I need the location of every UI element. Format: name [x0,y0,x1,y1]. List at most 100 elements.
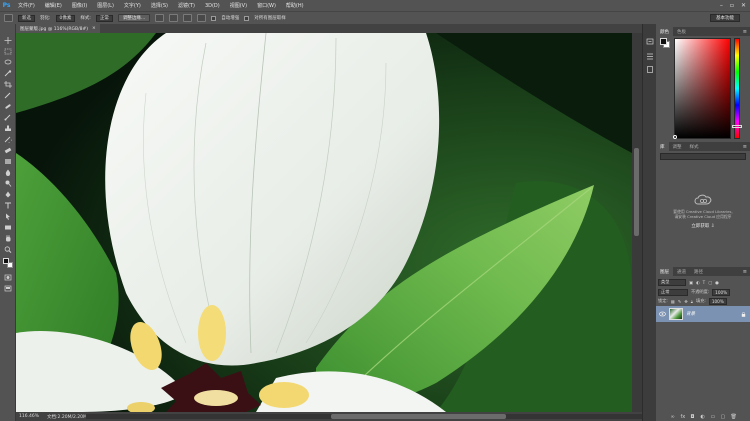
marquee-tool-preset-icon[interactable] [4,14,13,22]
menu-layer[interactable]: 图层(L) [92,2,119,9]
brush-tool-icon[interactable] [4,114,12,121]
history-brush-tool-icon[interactable] [4,136,14,145]
maximize-button[interactable]: ▫ [730,2,734,9]
rectangular-marquee-tool-icon[interactable] [4,48,12,55]
layer-name[interactable]: 背景 [686,311,695,317]
filter-toggle-icon[interactable]: ● [715,280,719,285]
properties-panel-icon[interactable] [646,53,654,60]
tab-channels[interactable]: 通道 [673,267,690,276]
opacity-input[interactable]: 100% [712,288,731,296]
menu-3d[interactable]: 3D(D) [200,3,225,9]
horizontal-scrollbar[interactable] [86,414,642,419]
lock-position-icon[interactable]: ✥ [684,299,688,304]
new-selection-icon[interactable] [155,14,165,22]
menu-edit[interactable]: 编辑(E) [40,2,67,9]
link-layers-icon[interactable]: ∞ [671,414,676,420]
lock-transparent-icon[interactable]: ▦ [671,299,675,304]
eraser-tool-icon[interactable] [4,147,12,154]
tab-color[interactable]: 颜色 [656,27,673,36]
delete-layer-icon[interactable]: 🗑︎ [731,414,737,420]
screen-mode-icon[interactable] [4,285,12,292]
dodge-tool-icon[interactable] [4,180,12,187]
lock-all-icon[interactable]: 🔒︎ [691,299,693,304]
quick-mask-icon[interactable] [4,274,12,281]
document-size-info[interactable]: 文档:2.20M/2.20M [47,414,87,420]
lasso-tool-icon[interactable] [4,59,12,66]
history-panel-icon[interactable] [646,38,654,45]
zoom-tool-icon[interactable] [4,246,12,253]
add-to-selection-icon[interactable] [169,14,179,22]
tab-libraries[interactable]: 库 [656,142,669,151]
library-select[interactable] [660,153,746,160]
style-select[interactable]: 正常 [95,14,113,22]
document-canvas[interactable] [16,33,632,412]
subtract-selection-icon[interactable] [183,14,193,22]
add-mask-icon[interactable]: ◘ [691,414,696,420]
new-group-icon[interactable]: ▭ [711,414,716,420]
refine-edge-button[interactable]: 调整边缘... [117,14,151,22]
menu-filter[interactable]: 滤镜(T) [173,2,200,9]
vertical-scroll-thumb[interactable] [634,148,639,236]
foreground-color-swatch[interactable] [3,258,9,264]
hue-slider-thumb[interactable] [732,125,742,128]
auto-enhance-checkbox[interactable] [211,15,217,21]
pen-tool-icon[interactable] [4,191,12,198]
libraries-panel-menu-icon[interactable]: ≡ [743,144,747,150]
minimize-button[interactable]: – [720,2,723,9]
filter-shape-icon[interactable]: ▢ [708,280,712,285]
type-tool-icon[interactable] [4,202,12,209]
color-picker-field[interactable] [674,38,731,139]
path-selection-tool-icon[interactable] [4,213,12,220]
menu-select[interactable]: 选择(S) [146,2,173,9]
gradient-tool-icon[interactable] [4,158,12,165]
crop-tool-icon[interactable] [4,81,12,88]
horizontal-scroll-thumb[interactable] [331,414,506,419]
tab-paths[interactable]: 路径 [690,267,707,276]
menu-view[interactable]: 视图(V) [225,2,252,9]
adjustment-layer-icon[interactable]: ◐ [701,414,706,420]
clone-stamp-tool-icon[interactable] [4,125,12,132]
zoom-level[interactable]: 116.46% [19,414,39,419]
tab-swatches[interactable]: 色板 [673,27,690,36]
tab-adjustments[interactable]: 调整 [669,142,686,151]
menu-window[interactable]: 窗口(W) [252,2,281,9]
menu-type[interactable]: 文字(Y) [119,2,146,9]
menu-image[interactable]: 图像(I) [67,2,92,9]
menu-file[interactable]: 文件(F) [13,2,40,9]
eyedropper-tool-icon[interactable] [4,92,12,99]
hand-tool-icon[interactable] [4,235,12,242]
filter-adjustment-icon[interactable]: ◐ [696,280,700,285]
filter-type-icon[interactable]: T [703,280,706,285]
filter-pixel-icon[interactable]: ▣ [689,280,693,285]
layer-kind-filter-select[interactable]: 类型 [658,278,686,286]
layers-panel-menu-icon[interactable]: ≡ [743,269,747,275]
feather-input[interactable]: 0像素 [55,14,76,22]
layer-style-icon[interactable]: fx [681,414,686,420]
lock-image-icon[interactable]: ✎ [678,299,682,304]
rectangle-shape-tool-icon[interactable] [4,224,12,231]
color-panel-foreground-swatch[interactable] [660,38,667,45]
fill-input[interactable]: 100% [708,297,727,305]
menu-help[interactable]: 帮助(H) [281,2,309,9]
vertical-scrollbar[interactable] [632,33,642,412]
info-panel-icon[interactable] [646,66,654,73]
selection-mode-select[interactable]: 新选 [18,14,35,22]
quick-selection-tool-icon[interactable] [4,70,12,77]
layer-row-background[interactable]: 背景 [656,306,750,322]
document-tab[interactable]: 图层蒙版.jpg @ 116%(RGB/8#) × [16,24,100,33]
brush-size-icon[interactable] [197,14,207,22]
close-window-button[interactable]: ✕ [741,2,746,9]
color-picker-marker[interactable] [673,135,677,139]
tab-styles[interactable]: 样式 [686,142,703,151]
close-tab-button[interactable]: × [92,26,96,31]
blend-mode-select[interactable]: 正常 [658,288,688,296]
sample-all-checkbox[interactable] [244,15,250,21]
blur-tool-icon[interactable] [4,169,12,176]
healing-brush-tool-icon[interactable] [4,103,12,110]
tab-layers[interactable]: 图层 [656,267,673,276]
visibility-eye-icon[interactable] [659,311,666,317]
move-tool-icon[interactable] [4,37,12,44]
hue-slider[interactable] [734,38,740,139]
workspace-select[interactable]: 基本功能 [710,14,740,22]
new-layer-icon[interactable]: ▢ [721,414,726,420]
